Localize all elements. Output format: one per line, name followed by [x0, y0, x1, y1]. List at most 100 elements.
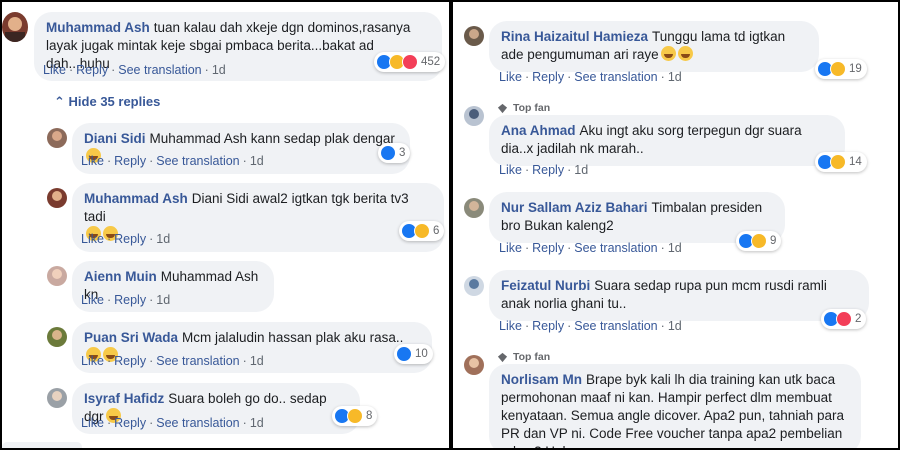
- see-translation-link[interactable]: See translation: [574, 319, 657, 333]
- see-translation-link[interactable]: See translation: [574, 70, 657, 84]
- like-icon: [396, 346, 412, 362]
- top-fan-badge: Top fan: [497, 351, 550, 363]
- reply-actions: Like · Reply · See translation · 1d: [81, 154, 264, 168]
- comment-time[interactable]: 1d: [250, 416, 264, 430]
- reaction-count: 6: [433, 225, 440, 237]
- comment-time[interactable]: 1d: [668, 319, 682, 333]
- reply-button[interactable]: Reply: [532, 70, 564, 84]
- comment-time[interactable]: 1d: [250, 354, 264, 368]
- like-button[interactable]: Like: [81, 416, 104, 430]
- reply-actions: Like · Reply · See translation · 1d: [81, 354, 264, 368]
- reaction-summary[interactable]: 10: [394, 344, 433, 364]
- comment-bubble: Norlisam Mn Brape byk kali lh dia trainin…: [489, 364, 861, 448]
- avatar[interactable]: [464, 106, 484, 126]
- avatar[interactable]: [47, 188, 67, 208]
- reply-button[interactable]: Reply: [532, 241, 564, 255]
- like-button[interactable]: Like: [43, 63, 66, 77]
- reply-button[interactable]: Reply: [114, 293, 146, 307]
- avatar[interactable]: [464, 198, 484, 218]
- reply-actions: Like · Reply · See translation · 1d: [81, 416, 264, 430]
- reply-author[interactable]: Isyraf Hafidz: [84, 391, 164, 406]
- avatar[interactable]: [464, 26, 484, 46]
- reaction-summary[interactable]: 8: [332, 406, 378, 426]
- haha-icon: [751, 233, 767, 249]
- like-button[interactable]: Like: [499, 241, 522, 255]
- reply-actions: Like · Reply · 1d: [81, 293, 171, 307]
- avatar[interactable]: [2, 12, 28, 42]
- reaction-summary[interactable]: 6: [399, 221, 445, 241]
- see-translation-link[interactable]: See translation: [156, 154, 239, 168]
- reply-button[interactable]: Reply: [114, 416, 146, 430]
- hide-replies-button[interactable]: ⌃ Hide 35 replies: [54, 94, 160, 110]
- top-fan-badge: Top fan: [497, 102, 550, 114]
- love-icon: [402, 54, 418, 70]
- like-button[interactable]: Like: [499, 163, 522, 177]
- hide-replies-label: Hide 35 replies: [68, 94, 161, 109]
- haha-icon: [414, 223, 430, 239]
- avatar[interactable]: [464, 355, 484, 375]
- top-fan-label: Top fan: [513, 102, 551, 114]
- like-button[interactable]: Like: [81, 154, 104, 168]
- reaction-count: 9: [770, 235, 777, 247]
- see-translation-link[interactable]: See translation: [118, 63, 201, 77]
- reply-button[interactable]: Reply: [114, 354, 146, 368]
- reply-actions: Like · Reply · 1d: [81, 232, 171, 246]
- reaction-summary[interactable]: 19: [815, 59, 867, 79]
- avatar[interactable]: [464, 276, 484, 296]
- grinning-emoji-icon: [660, 46, 676, 61]
- reaction-count: 8: [366, 410, 373, 422]
- reply-button[interactable]: Reply: [532, 319, 564, 333]
- comment-time[interactable]: 1d: [156, 293, 170, 307]
- haha-icon: [830, 61, 846, 77]
- comment-bubble: Ana Ahmad Aku ingt aku sorg terpegun dgr …: [489, 115, 845, 166]
- comment-author[interactable]: Feizatul Nurbi: [501, 278, 590, 293]
- diamond-icon: [497, 352, 508, 362]
- reaction-summary[interactable]: 3: [378, 143, 411, 163]
- comment-time[interactable]: 1d: [574, 163, 588, 177]
- comment-bubble: Rina Haizaitul Hamieza Tunggu lama td igt…: [489, 21, 819, 72]
- chevron-up-icon: ⌃: [54, 94, 65, 109]
- comment-author[interactable]: Ana Ahmad: [501, 123, 576, 138]
- reply-author[interactable]: Aienn Muin: [84, 269, 157, 284]
- comment-time[interactable]: 1d: [156, 232, 170, 246]
- reply-button[interactable]: Reply: [76, 63, 108, 77]
- avatar[interactable]: [47, 388, 67, 408]
- reaction-count: 2: [855, 313, 862, 325]
- reply-text: Muhammad Ash kann sedap plak dengar: [149, 131, 395, 146]
- reaction-count: 19: [849, 63, 862, 75]
- reaction-summary[interactable]: 2: [821, 309, 867, 329]
- see-translation-link[interactable]: See translation: [156, 354, 239, 368]
- reply-button[interactable]: Reply: [114, 154, 146, 168]
- comment-time[interactable]: 1d: [668, 241, 682, 255]
- avatar[interactable]: [47, 327, 67, 347]
- avatar[interactable]: [47, 128, 67, 148]
- comment-time[interactable]: 1d: [212, 63, 226, 77]
- like-button[interactable]: Like: [499, 70, 522, 84]
- see-translation-link[interactable]: See translation: [156, 416, 239, 430]
- comment-author[interactable]: Norlisam Mn: [501, 372, 582, 387]
- like-button[interactable]: Like: [81, 354, 104, 368]
- comment-author[interactable]: Nur Sallam Aziz Bahari: [501, 200, 648, 215]
- haha-icon: [347, 408, 363, 424]
- avatar[interactable]: [47, 266, 67, 286]
- reply-text: Mcm jalaludin hassan plak aku rasa..: [182, 330, 404, 345]
- reaction-summary[interactable]: 9: [736, 231, 782, 251]
- reply-button[interactable]: Reply: [114, 232, 146, 246]
- reply-author[interactable]: Puan Sri Wada: [84, 330, 178, 345]
- like-button[interactable]: Like: [81, 293, 104, 307]
- like-button[interactable]: Like: [81, 232, 104, 246]
- see-translation-link[interactable]: See translation: [574, 241, 657, 255]
- reaction-summary[interactable]: 14: [815, 152, 867, 172]
- comment-time[interactable]: 1d: [250, 154, 264, 168]
- reply-author[interactable]: Diani Sidi: [84, 131, 146, 146]
- reply-author[interactable]: Muhammad Ash: [84, 191, 188, 206]
- reply-button[interactable]: Reply: [532, 163, 564, 177]
- reaction-count: 3: [399, 147, 406, 159]
- comment-author[interactable]: Rina Haizaitul Hamieza: [501, 29, 648, 44]
- comment-time[interactable]: 1d: [668, 70, 682, 84]
- comment-actions: Like · Reply · 1d: [499, 163, 589, 177]
- reaction-summary[interactable]: 452: [374, 52, 446, 72]
- like-button[interactable]: Like: [499, 319, 522, 333]
- comment-author[interactable]: Muhammad Ash: [46, 20, 150, 35]
- haha-icon: [830, 154, 846, 170]
